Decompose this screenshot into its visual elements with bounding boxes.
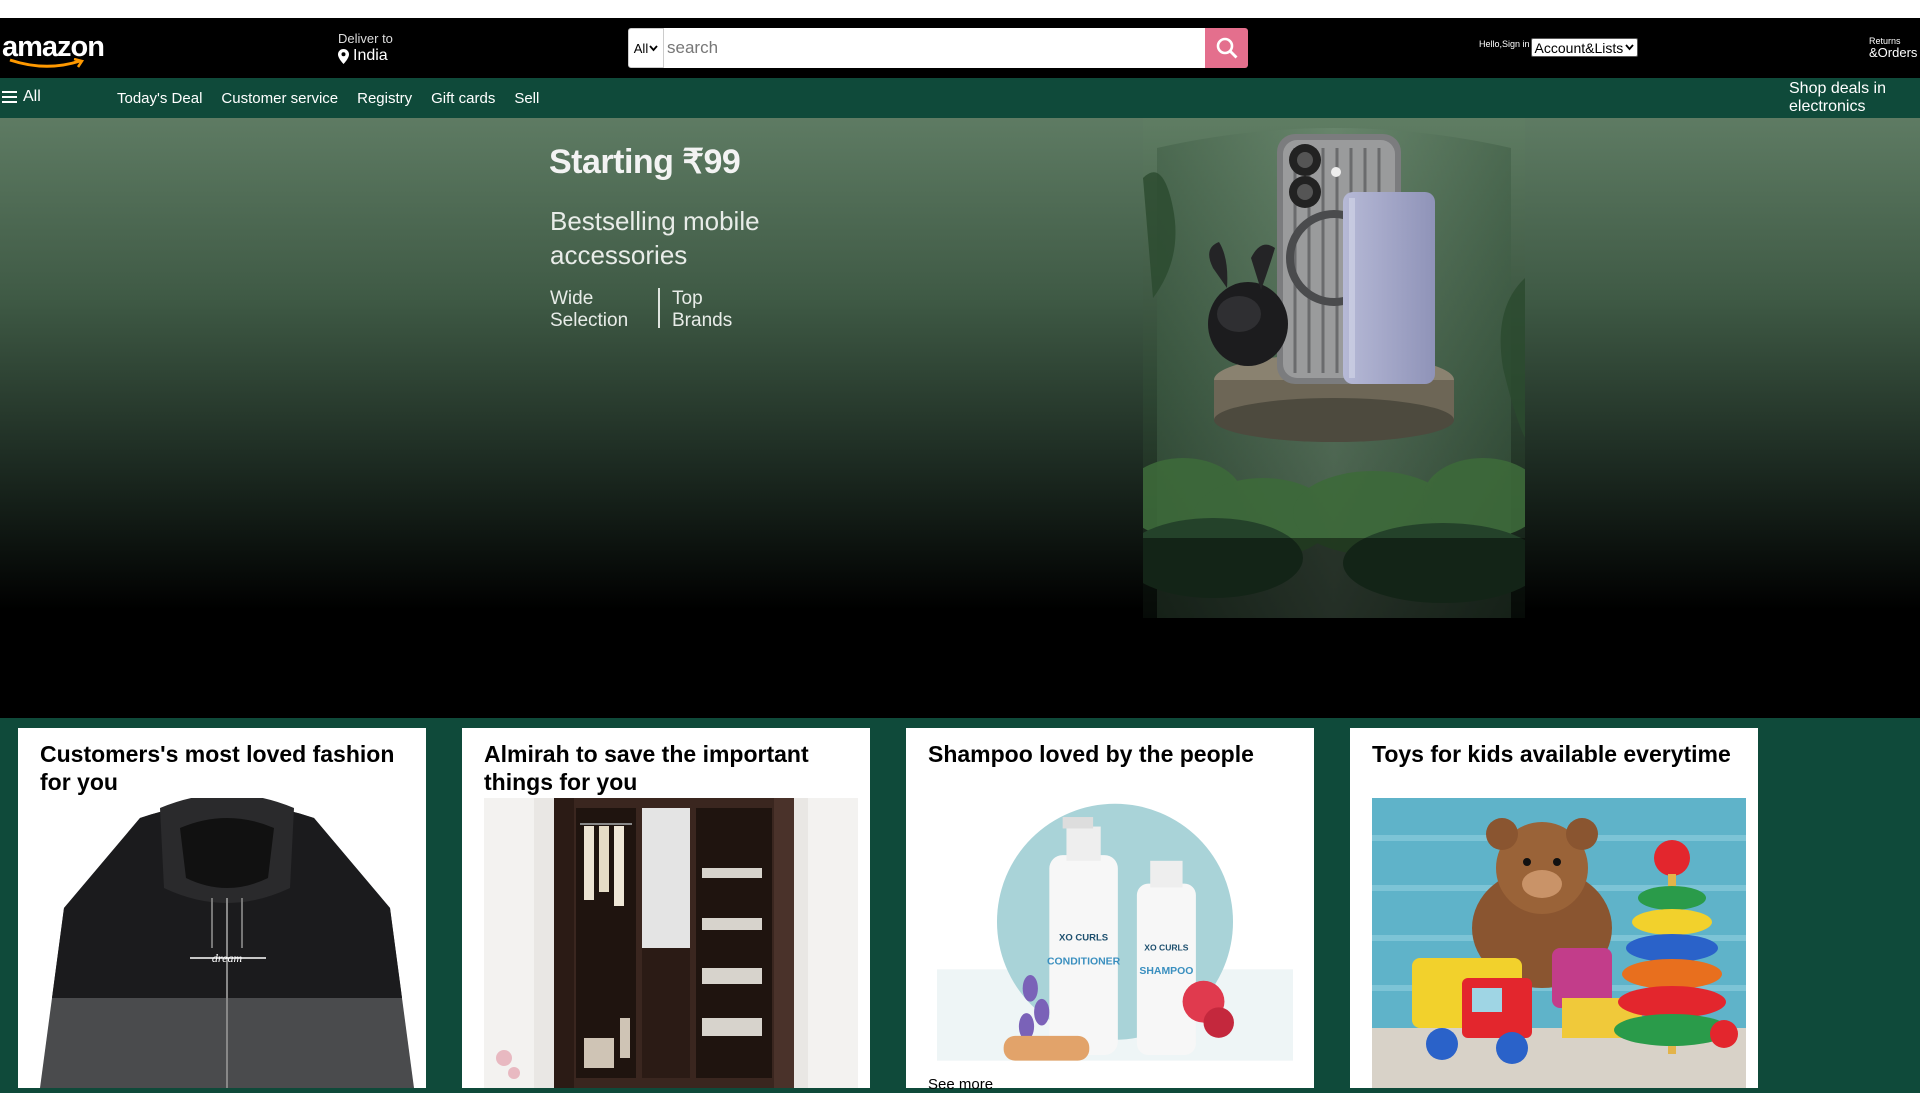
svg-text:XO CURLS: XO CURLS xyxy=(1059,933,1108,944)
almirah-image[interactable] xyxy=(484,798,858,1088)
subnav-link-todays-deal[interactable]: Today's Deal xyxy=(117,90,202,107)
see-more-link[interactable]: See more xyxy=(928,1076,993,1093)
card-title-shampoo: Shampoo loved by the people xyxy=(928,741,1254,767)
hamburger-icon xyxy=(2,91,17,103)
search-button[interactable] xyxy=(1205,28,1248,68)
top-strip xyxy=(0,0,1920,18)
hoodie-image[interactable]: dream xyxy=(40,798,414,1088)
card-title-almirah: Almirah to save the important things for… xyxy=(484,741,809,795)
smile-icon xyxy=(9,58,85,68)
subnav-link-registry[interactable]: Registry xyxy=(357,90,412,107)
chevron-down-icon xyxy=(649,44,658,51)
chevron-down-icon xyxy=(1625,44,1634,51)
card-fashion[interactable]: Customers's most loved fashion for you d… xyxy=(18,728,426,1088)
category-cards: Customers's most loved fashion for you d… xyxy=(0,718,1920,1093)
hero-subhead: Bestselling mobile accessories xyxy=(550,206,760,270)
hero-banner[interactable]: Starting ₹99 Bestselling mobile accessor… xyxy=(0,118,1920,718)
card-title-fashion: Customers's most loved fashion for you xyxy=(40,741,395,795)
returns-orders[interactable]: Returns &Orders xyxy=(1869,36,1917,60)
search-input[interactable] xyxy=(664,28,1205,68)
hero-headline: Starting ₹99 xyxy=(549,143,741,181)
deliver-label: Deliver to xyxy=(338,31,393,46)
subnav-link-gift-cards[interactable]: Gift cards xyxy=(431,90,495,107)
location-pin-icon xyxy=(338,48,349,64)
deliver-location: India xyxy=(353,47,388,64)
hero-feature-divider xyxy=(658,288,660,328)
sub-navbar: All Today's Deal Customer service Regist… xyxy=(0,78,1920,118)
hero-feature-top-brands: Top Brands xyxy=(672,288,733,331)
svg-text:dream: dream xyxy=(212,951,243,965)
account-lists-select[interactable]: Account&Lists xyxy=(1530,38,1639,57)
subnav-links: Today's Deal Customer service Registry G… xyxy=(117,90,539,107)
svg-text:SHAMPOO: SHAMPOO xyxy=(1139,966,1193,977)
shampoo-image[interactable]: XO CURLS CONDITIONER XO CURLS SHAMPOO xyxy=(928,798,1302,1074)
account-area: Hello,Sign in Account&Lists xyxy=(1479,38,1639,57)
card-toys[interactable]: Toys for kids available everytime xyxy=(1350,728,1758,1088)
hello-sign-in[interactable]: Hello,Sign in xyxy=(1479,39,1530,49)
subnav-link-customer-service[interactable]: Customer service xyxy=(221,90,338,107)
search-bar: All xyxy=(628,28,1248,68)
svg-text:CONDITIONER: CONDITIONER xyxy=(1047,957,1121,968)
search-category-label: All xyxy=(633,40,649,56)
mobile-accessories-image xyxy=(1143,118,1525,618)
search-icon xyxy=(1216,37,1237,59)
subnav-link-sell[interactable]: Sell xyxy=(514,90,539,107)
shop-deals-electronics-link[interactable]: Shop deals in electronics xyxy=(1789,80,1909,116)
deliver-to[interactable]: Deliver to India xyxy=(338,32,393,66)
card-title-toys: Toys for kids available everytime xyxy=(1372,741,1731,767)
account-lists-label: Account&Lists xyxy=(1534,39,1624,56)
svg-text:XO CURLS: XO CURLS xyxy=(1144,942,1188,952)
toys-image[interactable] xyxy=(1372,798,1746,1088)
hero-feature-wide-selection: Wide Selection xyxy=(550,288,629,331)
hero-features: Wide Selection Top Brands xyxy=(550,288,742,332)
card-shampoo[interactable]: Shampoo loved by the people XO CURLS CON… xyxy=(906,728,1314,1093)
search-category-select[interactable]: All xyxy=(628,28,664,68)
amazon-logo[interactable]: amazon xyxy=(2,32,105,68)
navbar: amazon Deliver to India All H xyxy=(0,18,1920,78)
card-almirah[interactable]: Almirah to save the important things for… xyxy=(462,728,870,1088)
orders-label: &Orders xyxy=(1869,45,1918,60)
all-label: All xyxy=(23,88,41,105)
all-menu-button[interactable]: All xyxy=(2,88,41,106)
